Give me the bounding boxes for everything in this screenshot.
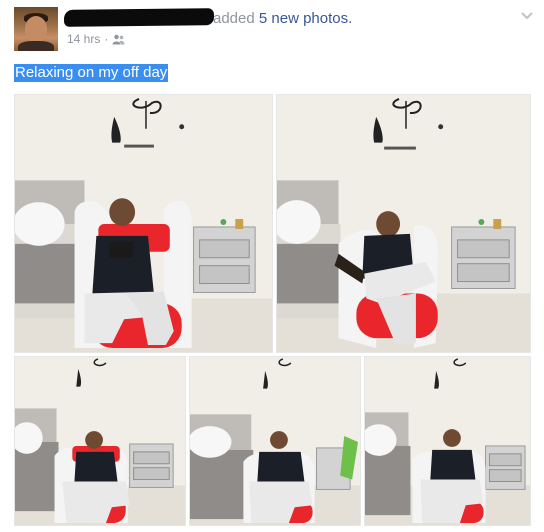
author-avatar[interactable] xyxy=(14,7,58,51)
photo-3-image xyxy=(15,357,185,525)
photo-1[interactable] xyxy=(14,94,273,353)
avatar-face xyxy=(25,16,47,42)
action-verb: added xyxy=(213,10,255,27)
photo-5[interactable] xyxy=(364,356,531,526)
post-meta: 14 hrs · xyxy=(67,32,125,46)
feed-post: added 5 new photos. 14 hrs · Relaxing on… xyxy=(0,0,544,532)
post-timestamp[interactable]: 14 hrs xyxy=(67,32,100,46)
photo-4[interactable] xyxy=(189,356,361,526)
photo-4-image xyxy=(190,357,360,525)
photo-count-link[interactable]: 5 new photos. xyxy=(259,10,352,27)
redacted-author-name xyxy=(63,8,215,27)
photo-5-image xyxy=(365,357,530,525)
chevron-down-icon[interactable] xyxy=(520,9,534,23)
photo-3[interactable] xyxy=(14,356,186,526)
post-action: added 5 new photos. xyxy=(213,10,352,27)
post-caption: Relaxing on my off day xyxy=(14,64,169,82)
friends-icon[interactable] xyxy=(112,34,125,45)
photo-1-image xyxy=(15,95,272,352)
photo-2[interactable] xyxy=(276,94,531,353)
photo-2-image xyxy=(277,95,530,352)
meta-separator: · xyxy=(104,32,109,46)
avatar-shirt xyxy=(18,41,54,51)
